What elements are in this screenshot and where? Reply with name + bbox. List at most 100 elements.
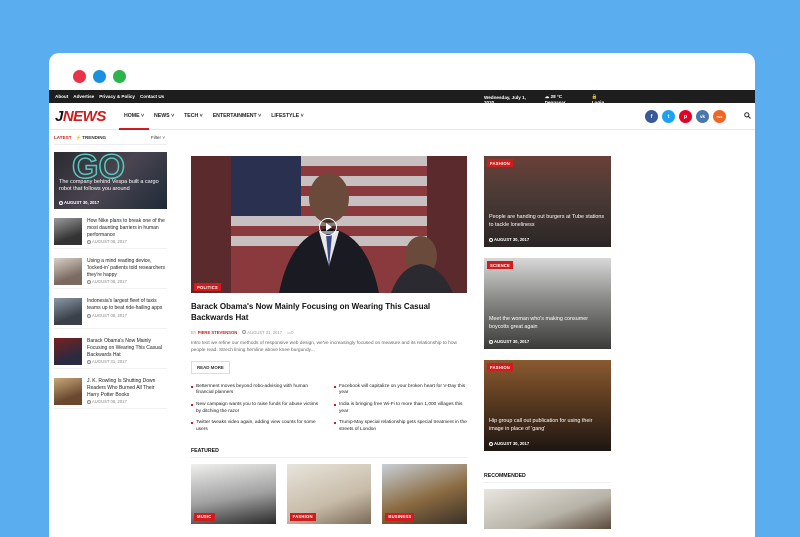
- filter-label: Filter: [150, 135, 162, 140]
- sidebar-hero-post[interactable]: GO The company behind Vespa built a carg…: [54, 152, 167, 209]
- category-badge[interactable]: FASHION: [487, 363, 514, 371]
- clock-icon: [87, 399, 91, 404]
- category-badge[interactable]: FASHION: [487, 159, 514, 167]
- post-card[interactable]: SCIENCE Meet the woman who's making cons…: [484, 258, 611, 349]
- filter-dropdown[interactable]: Filter ˅: [151, 135, 165, 140]
- site-logo[interactable]: JNEWS: [55, 108, 106, 125]
- post-card-title[interactable]: People are handing out burgers at Tube s…: [489, 214, 605, 229]
- nav-item-home[interactable]: HOME ˅: [119, 103, 150, 130]
- thumbnail[interactable]: [54, 298, 82, 325]
- related-post-link[interactable]: Facebook will capitalize on your broken …: [334, 384, 467, 397]
- hero-date-text: AUGUST 30, 2017: [64, 200, 100, 205]
- pinterest-icon[interactable]: p: [679, 110, 692, 123]
- related-posts: Betterment moves beyond robo-advising wi…: [191, 384, 467, 434]
- post-card[interactable]: FASHION Hip group call out publication f…: [484, 360, 611, 451]
- thumbnail[interactable]: [54, 258, 82, 285]
- recommended-thumbnail[interactable]: [484, 489, 611, 529]
- hero-title[interactable]: The company behind Vespa built a cargo r…: [59, 179, 163, 194]
- post-comments[interactable]: ▭0: [287, 330, 293, 335]
- search-icon[interactable]: [744, 112, 751, 119]
- window-chrome: [49, 53, 755, 90]
- list-item-title[interactable]: Using a mind reading device, 'locked-in'…: [87, 258, 167, 278]
- chevron-down-icon: ˅: [141, 113, 145, 119]
- post-meta: BY PIERE STEVENSON AUGUST 31, 2017 ▭0: [191, 330, 467, 335]
- list-item[interactable]: J. K. Rowling Is Shutting Down Readers W…: [54, 369, 167, 409]
- twitter-icon[interactable]: t: [662, 110, 675, 123]
- chevron-down-icon: ˅: [300, 113, 304, 119]
- cloud-icon: ☁: [544, 94, 550, 99]
- minimize-window-icon[interactable]: [93, 70, 106, 83]
- clock-icon: [87, 359, 91, 364]
- related-post-link[interactable]: Betterment moves beyond robo-advising wi…: [191, 384, 324, 397]
- facebook-icon[interactable]: f: [645, 110, 658, 123]
- list-item-date-text: AUGUST 08, 2017: [92, 313, 127, 318]
- main-nav: JNEWS HOME ˅ NEWS ˅ TECH ˅ ENTERTAINMENT…: [49, 103, 755, 130]
- category-badge[interactable]: SCIENCE: [487, 261, 514, 269]
- featured-card[interactable]: MUSIC: [191, 463, 276, 524]
- post-card-date: AUGUST 30, 2017: [489, 237, 529, 242]
- featured-card[interactable]: FASHION: [286, 463, 372, 524]
- post-card-date: AUGUST 30, 2017: [489, 339, 529, 344]
- list-item-date-text: AUGUST 31, 2017: [92, 359, 127, 364]
- list-item-date-text: AUGUST 08, 2017: [92, 239, 127, 244]
- post-date: AUGUST 31, 2017: [242, 330, 282, 335]
- category-badge[interactable]: POLITICS: [194, 283, 221, 291]
- clock-icon: [489, 339, 493, 344]
- chevron-down-icon: ˅: [258, 113, 262, 119]
- clock-icon: [87, 239, 91, 244]
- nav-item-news[interactable]: NEWS ˅: [149, 103, 179, 130]
- nav-item-entertainment[interactable]: ENTERTAINMENT ˅: [208, 103, 266, 130]
- nav-item-tech[interactable]: TECH ˅: [179, 103, 208, 130]
- read-more-button[interactable]: READ MORE: [191, 360, 230, 374]
- maximize-window-icon[interactable]: [113, 70, 126, 83]
- post-card-date-text: AUGUST 30, 2017: [494, 441, 530, 446]
- thumbnail[interactable]: [54, 338, 82, 365]
- post-card-title[interactable]: Hip group call out publication for using…: [489, 418, 605, 433]
- nav-item-label: HOME: [124, 113, 140, 119]
- post-author[interactable]: PIERE STEVENSON: [198, 330, 238, 335]
- list-item-title[interactable]: Indonesia's largest fleet of taxis teams…: [87, 298, 167, 312]
- list-item[interactable]: Using a mind reading device, 'locked-in'…: [54, 249, 167, 289]
- featured-card[interactable]: BUSINESS: [382, 463, 468, 524]
- list-item[interactable]: Barack Obama's Now Mainly Focusing on We…: [54, 329, 167, 369]
- related-post-link[interactable]: Twitter tweaks video again, adding view …: [191, 420, 324, 433]
- nav-item-lifestyle[interactable]: LIFESTYLE ˅: [266, 103, 308, 130]
- post-card[interactable]: FASHION People are handing out burgers a…: [484, 156, 611, 247]
- list-item[interactable]: Indonesia's largest fleet of taxis teams…: [54, 289, 167, 329]
- list-item-title[interactable]: How Nike plans to break one of the most …: [87, 218, 167, 238]
- hero-video[interactable]: POLITICS: [191, 156, 467, 293]
- nav-item-label: LIFESTYLE: [271, 113, 300, 119]
- close-window-icon[interactable]: [73, 70, 86, 83]
- list-item-title[interactable]: Barack Obama's Now Mainly Focusing on We…: [87, 338, 167, 358]
- rss-icon[interactable]: rss: [713, 110, 726, 123]
- logo-j: J: [55, 108, 63, 125]
- category-badge[interactable]: FASHION: [289, 512, 316, 521]
- related-post-link[interactable]: India is bringing free Wi-Fi to more tha…: [334, 402, 467, 415]
- featured-heading: FEATURED: [191, 448, 467, 458]
- lock-icon: 🔒: [591, 94, 598, 99]
- thumbnail[interactable]: [54, 378, 82, 405]
- sidebar-latest: LATEST ⚡ TRENDING Filter ˅ GO The compan…: [54, 131, 167, 409]
- related-post-link[interactable]: New campaign wants you to raise funds fo…: [191, 402, 324, 415]
- main-featured-post: POLITICS Barack Obama's Now Mainly Focus…: [191, 156, 468, 524]
- topbar-link-advertise[interactable]: Advertise: [73, 94, 94, 99]
- chevron-down-icon: ˅: [199, 113, 203, 119]
- topbar-link-about[interactable]: About: [55, 94, 68, 99]
- category-badge[interactable]: BUSINESS: [385, 512, 415, 521]
- recommended-heading: RECOMMENDED: [484, 473, 611, 483]
- post-card-title[interactable]: Meet the woman who's making consumer boy…: [489, 316, 605, 331]
- post-title[interactable]: Barack Obama's Now Mainly Focusing on We…: [191, 302, 467, 324]
- post-excerpt: Intro text we refine our methods of resp…: [191, 340, 457, 353]
- tab-trending[interactable]: TRENDING: [82, 135, 106, 140]
- related-post-link[interactable]: Trump-May special relationship gets spec…: [334, 420, 467, 433]
- list-item-title[interactable]: J. K. Rowling Is Shutting Down Readers W…: [87, 378, 167, 398]
- thumbnail[interactable]: [54, 218, 82, 245]
- topbar-link-contact[interactable]: Contact Us: [140, 94, 164, 99]
- topbar-link-privacy[interactable]: Privacy & Policy: [99, 94, 135, 99]
- category-badge[interactable]: MUSIC: [194, 512, 215, 521]
- vk-icon[interactable]: vk: [696, 110, 709, 123]
- list-item[interactable]: How Nike plans to break one of the most …: [54, 209, 167, 249]
- tab-latest[interactable]: LATEST: [54, 135, 72, 140]
- play-icon[interactable]: [319, 218, 337, 236]
- post-card-date-text: AUGUST 30, 2017: [494, 339, 530, 344]
